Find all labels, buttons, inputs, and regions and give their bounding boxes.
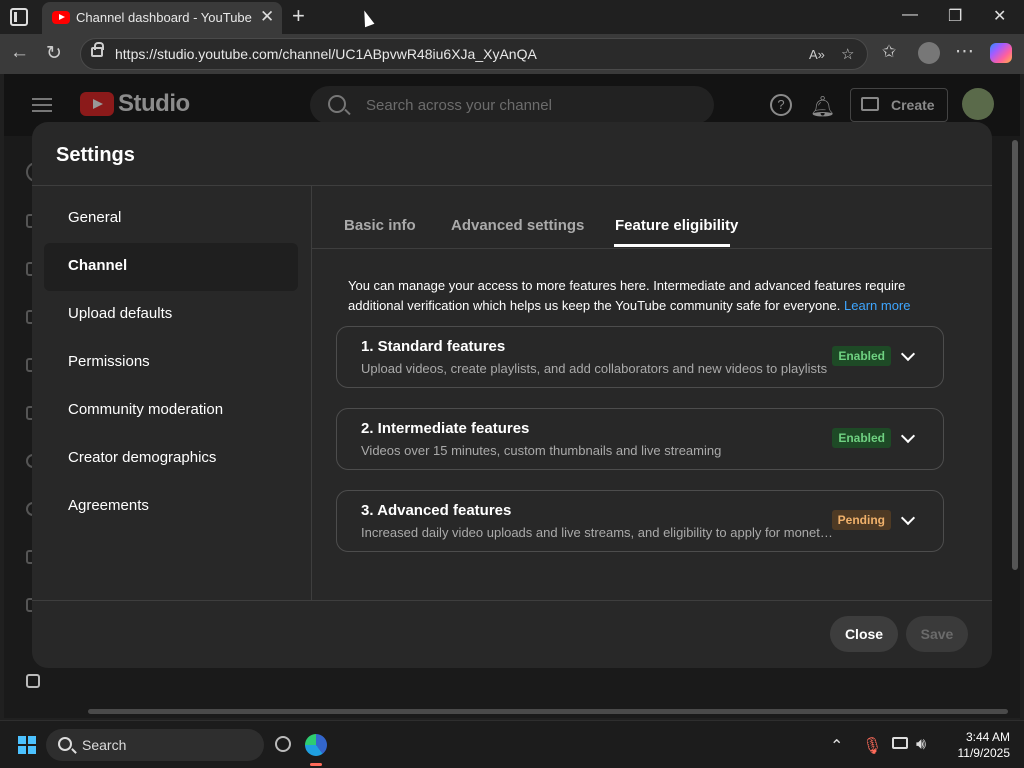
nav-label: Permissions	[68, 353, 150, 370]
tab-advanced-settings[interactable]: Advanced settings	[451, 217, 584, 234]
taskbar-search[interactable]: Search	[46, 729, 264, 761]
tabs-divider	[312, 248, 992, 249]
nav-item-community-moderation[interactable]: Community moderation	[44, 387, 298, 435]
read-aloud-icon[interactable]: A»	[809, 47, 825, 62]
volume-icon[interactable]: 🔊︎	[916, 736, 926, 754]
feature-title: 2. Intermediate features	[361, 420, 530, 437]
dialog-title: Settings	[56, 144, 135, 166]
feature-description: You can manage your access to more featu…	[348, 276, 928, 316]
description-text: You can manage your access to more featu…	[348, 278, 906, 313]
minimize-icon[interactable]: —	[902, 6, 918, 24]
search-icon	[328, 95, 346, 113]
help-icon[interactable]: ?	[770, 94, 792, 116]
settings-dialog: Settings General Channel Upload defaults…	[32, 122, 992, 668]
search-placeholder: Search across your channel	[366, 97, 552, 114]
header-divider	[32, 185, 992, 186]
feature-card-advanced[interactable]: 3. Advanced features Increased daily vid…	[336, 490, 944, 552]
status-badge: Pending	[831, 510, 891, 530]
nav-label: Creator demographics	[68, 449, 217, 466]
send-feedback-icon[interactable]	[26, 674, 40, 688]
show-hidden-icons-icon[interactable]: ⌃	[830, 736, 843, 756]
create-label: Create	[891, 97, 935, 113]
mouse-cursor-icon	[359, 8, 375, 28]
learn-more-link[interactable]: Learn more	[844, 298, 910, 313]
profile-icon[interactable]	[918, 42, 940, 64]
nav-item-upload-defaults[interactable]: Upload defaults	[44, 291, 298, 339]
close-tab-icon[interactable]: ✕	[260, 7, 274, 27]
close-button[interactable]: Close	[830, 616, 898, 652]
url-text[interactable]: https://studio.youtube.com/channel/UC1AB…	[115, 46, 537, 62]
page-horizontal-scrollbar[interactable]	[88, 709, 1008, 714]
create-video-icon	[861, 97, 879, 111]
browser-titlebar: Channel dashboard - YouTube Studio ✕ + —…	[0, 0, 1024, 34]
nav-label: General	[68, 209, 122, 226]
taskbar-clock[interactable]: 3:44 AM 11/9/2025	[946, 729, 1011, 761]
favorites-icon[interactable]: ✩	[882, 42, 896, 62]
nav-item-permissions[interactable]: Permissions	[44, 339, 298, 387]
nav-item-general[interactable]: General	[44, 195, 298, 243]
widgets-icon[interactable]	[275, 736, 291, 752]
tab-basic-info[interactable]: Basic info	[344, 217, 416, 234]
status-badge: Enabled	[832, 428, 891, 448]
windows-start-icon[interactable]	[18, 736, 36, 754]
more-options-icon[interactable]: ⋯	[955, 40, 974, 63]
nav-item-agreements[interactable]: Agreements	[44, 483, 298, 531]
notifications-bell-icon[interactable]: 🔔︎	[810, 94, 835, 119]
nav-item-channel[interactable]: Channel	[44, 243, 298, 291]
nav-label: Channel	[68, 257, 128, 274]
nav-label: Community moderation	[68, 401, 224, 418]
feature-subtitle: Increased daily video uploads and live s…	[361, 525, 833, 540]
nav-label: Upload defaults	[68, 305, 173, 322]
feature-subtitle: Upload videos, create playlists, and add…	[361, 361, 828, 376]
save-button[interactable]: Save	[906, 616, 968, 652]
restore-icon[interactable]: ❐	[948, 6, 962, 26]
footer-divider	[32, 600, 992, 601]
chevron-down-icon[interactable]	[900, 510, 916, 526]
feature-title: 1. Standard features	[361, 338, 506, 355]
taskbar-search-label: Search	[82, 737, 127, 753]
tab-actions-icon[interactable]	[10, 8, 28, 26]
search-icon	[58, 737, 72, 751]
tab-feature-eligibility[interactable]: Feature eligibility	[615, 217, 738, 234]
chevron-down-icon[interactable]	[900, 346, 916, 362]
studio-search-input[interactable]: Search across your channel	[310, 86, 714, 124]
nav-label: Agreements	[68, 497, 149, 514]
new-tab-icon[interactable]: +	[292, 3, 305, 29]
feature-title: 3. Advanced features	[361, 502, 512, 519]
favorite-star-icon[interactable]: ☆	[841, 45, 854, 63]
copilot-icon[interactable]	[990, 43, 1012, 63]
clock-time: 3:44 AM	[965, 730, 1010, 744]
feature-subtitle: Videos over 15 minutes, custom thumbnail…	[361, 443, 722, 458]
close-window-icon[interactable]: ✕	[993, 6, 1006, 26]
refresh-icon[interactable]: ↻	[46, 42, 62, 65]
lock-icon[interactable]	[91, 42, 104, 57]
feature-card-intermediate[interactable]: 2. Intermediate features Videos over 15 …	[336, 408, 944, 470]
status-badge: Enabled	[832, 346, 891, 366]
account-avatar[interactable]	[962, 88, 994, 120]
back-icon[interactable]: ←	[10, 42, 29, 64]
studio-logo-text[interactable]: Studio	[118, 90, 190, 118]
create-button[interactable]: Create	[850, 88, 948, 122]
page-vertical-scrollbar[interactable]	[1012, 140, 1018, 570]
chevron-down-icon[interactable]	[900, 428, 916, 444]
tab-title: Channel dashboard - YouTube Studio	[76, 10, 256, 25]
network-icon[interactable]	[892, 737, 908, 749]
feature-card-standard[interactable]: 1. Standard features Upload videos, crea…	[336, 326, 944, 388]
youtube-favicon-icon	[52, 11, 70, 24]
active-tab-indicator	[614, 244, 730, 247]
microphone-icon[interactable]: 🎙︎	[862, 736, 882, 756]
windows-taskbar: Search ⌃ 🎙︎ 🔊︎ 3:44 AM 11/9/2025	[0, 720, 1024, 768]
clock-date: 11/9/2025	[957, 746, 1011, 760]
browser-tab[interactable]: Channel dashboard - YouTube Studio ✕	[42, 2, 282, 34]
url-bar[interactable]: https://studio.youtube.com/channel/UC1AB…	[80, 38, 868, 70]
nav-item-creator-demographics[interactable]: Creator demographics	[44, 435, 298, 483]
youtube-logo-icon[interactable]	[80, 92, 114, 116]
address-toolbar: ← ↻ https://studio.youtube.com/channel/U…	[0, 34, 1024, 74]
edge-browser-icon[interactable]	[305, 734, 327, 756]
active-app-indicator	[310, 763, 322, 766]
menu-icon[interactable]	[32, 98, 52, 100]
